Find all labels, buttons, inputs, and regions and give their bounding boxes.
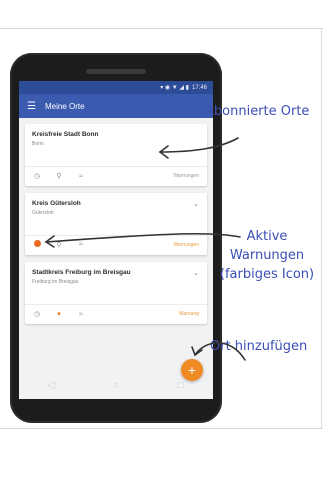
place-card-bonn[interactable]: Kreisfreie Stadt Bonn Bonn ◷ ⚲ ≈ Warnung… <box>25 124 207 186</box>
clock-icon[interactable]: ◷ <box>32 310 42 318</box>
annotation-line: Aktive <box>246 229 288 244</box>
annotation-line: (farbiges Icon) <box>219 267 315 282</box>
card-actions: ◷ ⚲ ≈ <box>32 172 86 181</box>
annotation-add-place: Ort hinzufügen <box>210 339 308 354</box>
home-icon[interactable]: ○ <box>106 380 126 391</box>
annotation-subscribed: Abonnierte Orte <box>205 104 310 119</box>
place-subtitle: Gütersloh <box>32 210 54 216</box>
card-actions: ⚲ ≈ <box>32 240 86 249</box>
back-icon[interactable]: ◁ <box>41 380 61 391</box>
weather-warning-icon[interactable]: ⚲ <box>54 241 64 249</box>
card-divider <box>25 304 207 305</box>
status-time: 17:46 <box>191 84 207 91</box>
app-bar: ☰ Meine Orte <box>19 94 213 118</box>
warning-status: Warnung <box>178 311 199 317</box>
warning-status: Warnungen <box>173 173 199 179</box>
place-card-freiburg[interactable]: Stadtkreis Freiburg im Breisgau ⌄ Freibu… <box>25 262 207 324</box>
place-card-guetersloh[interactable]: Kreis Gütersloh ⌄ Gütersloh ⚲ ≈ Warnunge… <box>25 193 207 255</box>
status-bar: ▾ ◉ ▼ ◢ ▮ 17:46 <box>19 81 213 94</box>
annotation-active-warnings: Aktive Warnungen (farbiges Icon) <box>212 227 322 284</box>
place-subtitle: Freiburg im Breisgau <box>32 279 79 285</box>
status-icons: ▾ ◉ ▼ ◢ ▮ <box>160 85 189 91</box>
place-title: Kreis Gütersloh <box>32 200 81 207</box>
chevron-down-icon[interactable]: ⌄ <box>193 200 199 208</box>
annotation-line: Warnungen <box>229 248 305 263</box>
active-warning-icon[interactable]: ▾ <box>54 310 64 318</box>
place-title: Kreisfreie Stadt Bonn <box>32 131 99 138</box>
nav-bar: ◁ ○ □ <box>19 371 213 399</box>
menu-icon[interactable]: ☰ <box>27 101 41 112</box>
chevron-down-icon[interactable]: ⌄ <box>193 269 199 277</box>
weather-warning-icon[interactable]: ⚲ <box>54 172 64 180</box>
phone-screen: ▾ ◉ ▼ ◢ ▮ 17:46 ☰ Meine Orte Kreisfreie … <box>19 81 213 399</box>
clock-icon[interactable]: ◷ <box>32 172 42 180</box>
active-warning-icon[interactable] <box>32 240 42 249</box>
flood-icon[interactable]: ≈ <box>76 241 86 248</box>
card-divider <box>25 166 207 167</box>
place-subtitle: Bonn <box>32 141 44 147</box>
frame-line-bottom <box>0 428 323 429</box>
recents-icon[interactable]: □ <box>171 380 191 391</box>
card-divider <box>25 235 207 236</box>
warning-status: Warnungen <box>173 242 199 248</box>
card-actions: ◷ ▾ ≈ <box>32 310 86 319</box>
phone-body: ▾ ◉ ▼ ◢ ▮ 17:46 ☰ Meine Orte Kreisfreie … <box>10 53 222 423</box>
flood-icon[interactable]: ≈ <box>76 311 86 318</box>
frame-line-top <box>0 28 323 29</box>
flood-icon[interactable]: ≈ <box>76 173 86 180</box>
place-title: Stadtkreis Freiburg im Breisgau <box>32 269 131 276</box>
phone-speaker <box>86 69 146 74</box>
app-title: Meine Orte <box>45 101 85 111</box>
